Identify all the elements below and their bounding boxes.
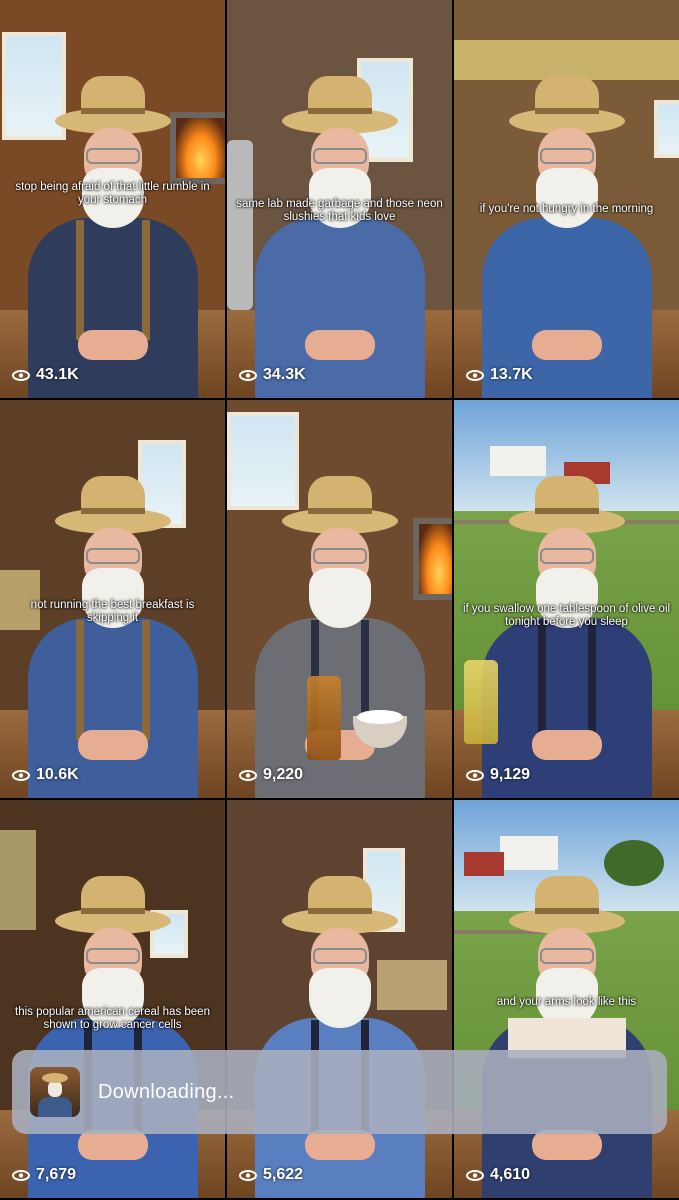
eye-icon [239,1169,257,1181]
view-count: 43.1K [12,366,79,384]
view-count: 4,610 [466,1166,530,1184]
download-toast[interactable]: Downloading... [12,1050,667,1134]
video-caption: same lab made garbage and those neon slu… [236,198,443,223]
view-count-label: 43.1K [36,366,79,383]
window [654,100,679,158]
video-tile[interactable]: 9,220 [227,400,452,798]
view-count-label: 10.6K [36,766,79,783]
speaker-figure [27,868,198,1198]
eye-icon [466,1169,484,1181]
view-count: 7,679 [12,1166,76,1184]
view-count-label: 5,622 [263,1166,304,1183]
view-count-label: 9,220 [263,766,304,783]
video-tile[interactable]: and your arms look like this 4,610 [454,800,679,1198]
view-count: 9,220 [239,766,303,784]
video-tile[interactable]: same lab made garbage and those neon slu… [227,0,452,398]
view-count: 34.3K [239,366,306,384]
video-caption: if you swallow one tablespoon of olive o… [462,603,671,628]
olive-oil-bottle [464,660,498,744]
video-thumbnail [30,1067,80,1117]
video-caption: and your arms look like this [496,996,637,1008]
view-count: 13.7K [466,366,533,384]
video-caption: stop being afraid of that little rumble … [15,181,210,206]
eye-icon [12,369,30,381]
speaker-figure [254,868,425,1198]
eye-icon [466,369,484,381]
eye-icon [239,769,257,781]
view-count-label: 4,610 [490,1166,531,1183]
video-tile[interactable]: if you're not hungry in the morning 13.7… [454,0,679,398]
view-count-label: 7,679 [36,1166,77,1183]
view-count: 10.6K [12,766,79,784]
eye-icon [466,769,484,781]
video-tile[interactable]: stop being afraid of that little rumble … [0,0,225,398]
view-count-label: 13.7K [490,366,533,383]
milk-can [227,140,253,310]
speaker-figure [27,68,198,398]
view-count: 9,129 [466,766,530,784]
video-caption: if you're not hungry in the morning [479,203,654,215]
speaker-figure [481,468,652,798]
video-tile[interactable]: not running the best breakfast is skippi… [0,400,225,798]
speaker-figure [481,68,652,398]
farmhouse [500,836,558,870]
view-count-label: 34.3K [263,366,306,383]
video-tile[interactable]: this popular american cereal has been sh… [0,800,225,1198]
eye-icon [12,769,30,781]
video-caption: not running the best breakfast is skippi… [30,599,195,624]
view-count-label: 9,129 [490,766,531,783]
view-count: 5,622 [239,1166,303,1184]
video-grid: stop being afraid of that little rumble … [0,0,679,1200]
eye-icon [239,369,257,381]
speaker-figure [254,68,425,398]
eye-icon [12,1169,30,1181]
video-caption: this popular american cereal has been sh… [15,1006,210,1031]
video-tile[interactable]: 5,622 [227,800,452,1198]
speaker-figure [27,468,198,798]
video-tile[interactable]: if you swallow one tablespoon of olive o… [454,400,679,798]
syrup-bottle [307,676,341,760]
download-status-text: Downloading... [98,1080,235,1103]
